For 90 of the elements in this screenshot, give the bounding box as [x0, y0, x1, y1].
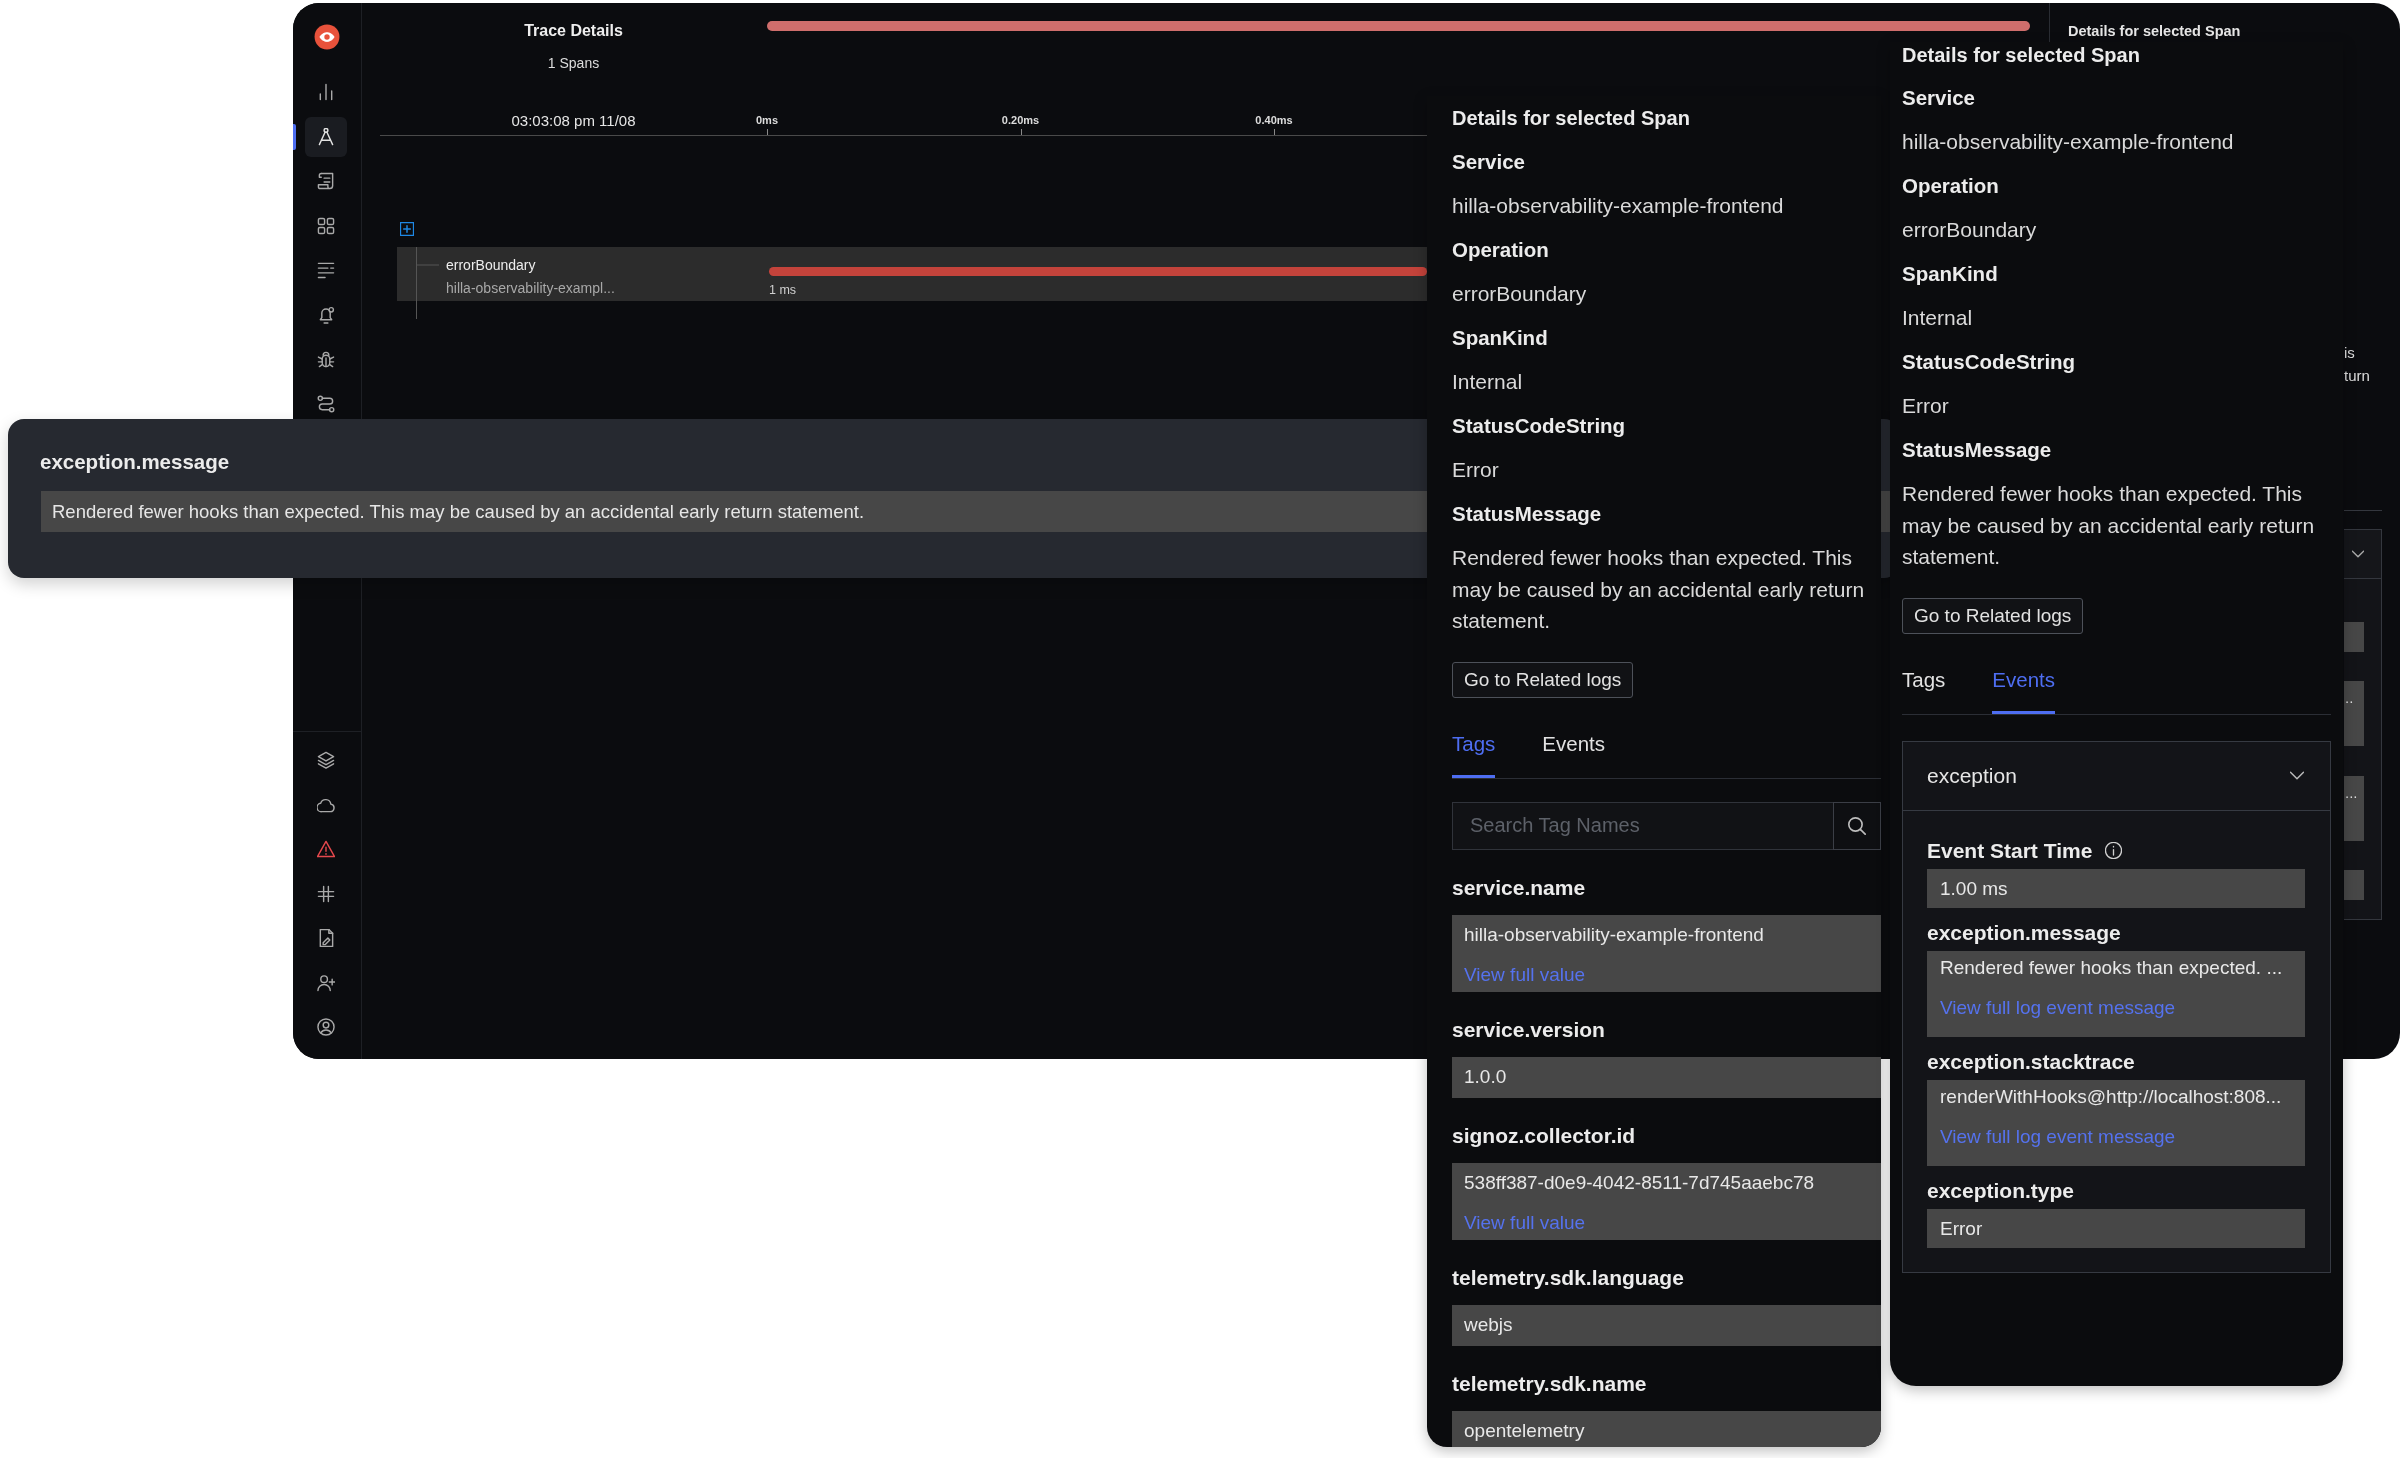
chevron-down-icon: [2352, 550, 2364, 558]
tag-key: service.name: [1452, 873, 1586, 902]
field-value: hilla-observability-example-frontend: [1902, 129, 2234, 156]
field-label: StatusMessage: [1902, 437, 2052, 463]
search-icon: [1848, 816, 1866, 835]
related-logs-button[interactable]: Go to Related logs: [1452, 661, 1634, 698]
field-label: Operation: [1902, 173, 1999, 199]
span-count: 1 Spans: [547, 54, 600, 73]
start-time: 03:03:08 pm 11/08: [511, 111, 636, 131]
search-button[interactable]: [1833, 801, 1881, 850]
bug-icon: [317, 350, 335, 368]
text-fragment: is: [2344, 343, 2355, 363]
field-label: StatusCodeString: [1902, 349, 2076, 375]
plus-square-icon[interactable]: [400, 222, 414, 236]
field-value: Rendered fewer hooks than expected. This may be caused by an accidental early return statement.: [1452, 545, 1866, 635]
duration-label: 1 ms: [769, 282, 797, 298]
tag-key: telemetry.sdk.name: [1452, 1369, 1647, 1398]
service-name: hilla-observability-exampl...: [446, 279, 615, 298]
bell-icon: [317, 305, 335, 324]
popup-title: exception.message: [40, 449, 230, 475]
text-fragment: turn: [2344, 366, 2370, 386]
field-label: Service: [1452, 149, 1525, 175]
text-fragment: ..: [2345, 689, 2354, 707]
dropdown-field[interactable]: [2344, 529, 2382, 579]
value-text: 1.00 ms: [1940, 876, 2008, 901]
tab[interactable]: Events: [1992, 666, 2055, 714]
sidebar-item[interactable]: [305, 116, 347, 157]
file-edit-icon: [317, 929, 335, 947]
field-value: Internal: [1452, 369, 1523, 396]
panel-title: Details for selected Span: [1452, 106, 1690, 131]
span-row[interactable]: errorBoundary hilla-observability-exampl... 1 ms: [397, 247, 1427, 301]
tab[interactable]: Tags: [1902, 666, 1946, 714]
attribute-label: exception.type: [1927, 1177, 2075, 1204]
span-name: errorBoundary: [446, 256, 536, 275]
field-label: StatusCodeString: [1452, 413, 1626, 439]
field-value: Internal: [1902, 305, 1973, 332]
value-box: [2344, 870, 2364, 900]
tag-key: telemetry.sdk.language: [1452, 1263, 1684, 1292]
tick-label: 0ms: [756, 113, 778, 128]
value-text: hilla-observability-example-frontend: [1464, 922, 1764, 947]
field-label: SpanKind: [1902, 261, 1998, 287]
scroll-icon: [317, 172, 335, 190]
event-name: exception: [1927, 762, 2017, 789]
field-value: hilla-observability-example-frontend: [1452, 193, 1784, 220]
compass-icon: [317, 127, 335, 146]
attribute-label: exception.message: [1927, 919, 2121, 946]
field-value: Error: [1452, 457, 1499, 484]
layers-icon: [317, 751, 335, 769]
tick-label: 0.40ms: [1255, 113, 1293, 128]
attribute-label: Event Start Time: [1927, 837, 2093, 864]
field-value: Error: [1902, 393, 1949, 420]
value-text: 538ff387-d0e9-4042-8511-7d745aaebc78: [1464, 1170, 1815, 1195]
user-plus-icon: [317, 973, 335, 992]
value-text: Error: [1940, 1216, 1983, 1241]
tag-key: service.version: [1452, 1015, 1605, 1044]
tab[interactable]: Events: [1542, 730, 1605, 778]
tick-label: 0.20ms: [1001, 113, 1040, 128]
text-fragment: ...: [2345, 784, 2358, 802]
trace-title: Trace Details: [524, 21, 623, 41]
attribute-label: exception.stacktrace: [1927, 1048, 2135, 1075]
user-circle-icon: [317, 1018, 335, 1036]
bar-chart-icon: [317, 83, 335, 101]
tree-line: [416, 247, 439, 319]
value-box: [2344, 622, 2364, 652]
panel-title: Details for selected Span: [1902, 43, 2140, 68]
value-text: Rendered fewer hooks than expected. This may be caused by an accidental early return statement.: [52, 500, 865, 523]
route-icon: [317, 394, 335, 413]
field-label: Service: [1902, 85, 1975, 111]
selection-indicator: [293, 123, 296, 150]
tab[interactable]: Tags: [1452, 730, 1496, 778]
field-label: StatusMessage: [1452, 501, 1602, 527]
field-value: Rendered fewer hooks than expected. This may be caused by an accidental early return statement.: [1902, 481, 2316, 571]
value-text: Rendered fewer hooks than expected. ...: [1940, 955, 2283, 980]
field-value: errorBoundary: [1902, 217, 2037, 244]
value-text: 1.0.0: [1464, 1064, 1507, 1089]
field-value: errorBoundary: [1452, 281, 1587, 308]
logo-icon[interactable]: [314, 24, 340, 50]
related-logs-button[interactable]: Go to Related logs: [1902, 597, 2084, 634]
warning-icon: [317, 840, 335, 858]
grid-icon: [317, 216, 335, 235]
field-label: SpanKind: [1452, 325, 1548, 351]
panel-title: Details for selected Span: [2068, 22, 2241, 41]
value-text: webjs: [1464, 1312, 1513, 1337]
search-field[interactable]: Search Tag Names: [1452, 801, 1833, 850]
list-icon: [317, 261, 335, 279]
tag-key: signoz.collector.id: [1452, 1121, 1636, 1150]
field-label: Operation: [1452, 237, 1549, 263]
value-text: renderWithHooks@http://localhost:808...: [1940, 1084, 2282, 1109]
value-text: opentelemetry: [1464, 1418, 1585, 1443]
hash-icon: [317, 884, 335, 903]
